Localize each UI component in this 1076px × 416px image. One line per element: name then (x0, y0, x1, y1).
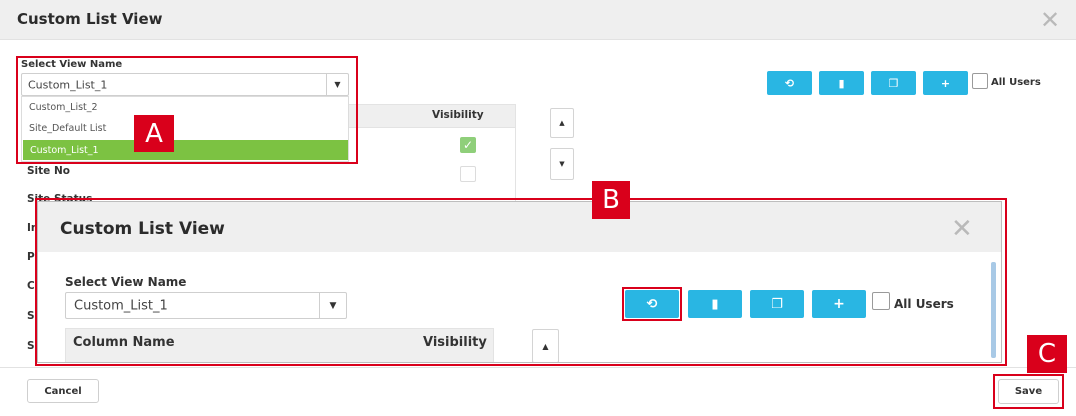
all-users-checkbox[interactable] (972, 73, 988, 89)
checkmark-icon[interactable]: ✓ (460, 137, 476, 153)
callout-b-box (35, 198, 1007, 366)
callout-a-box (16, 56, 358, 164)
close-icon[interactable]: ✕ (1040, 8, 1060, 32)
all-users-label: All Users (991, 77, 1041, 88)
copy-icon: ❐ (888, 76, 899, 90)
table-divider (515, 104, 516, 204)
reset-button[interactable]: ⟲ (767, 71, 812, 95)
move-up-button[interactable]: ▲ (550, 108, 574, 138)
reset-icon: ⟲ (784, 76, 795, 90)
visibility-checkbox[interactable] (460, 166, 476, 182)
callout-b-badge: B (592, 181, 630, 219)
trash-icon: ▮ (838, 76, 845, 90)
visibility-header: Visibility (432, 109, 484, 121)
copy-button[interactable]: ❐ (871, 71, 916, 95)
cancel-button[interactable]: Cancel (27, 379, 99, 403)
move-down-button[interactable]: ▼ (550, 148, 574, 180)
dialog-title: Custom List View (17, 10, 163, 28)
plus-icon: + (940, 76, 951, 90)
callout-c-box (993, 374, 1064, 409)
callout-c-badge: C (1027, 335, 1067, 373)
callout-a-badge: A (134, 115, 174, 152)
table-row-label: Site No (27, 165, 70, 177)
delete-button[interactable]: ▮ (819, 71, 864, 95)
footer-divider (0, 367, 1076, 368)
add-button[interactable]: + (923, 71, 968, 95)
